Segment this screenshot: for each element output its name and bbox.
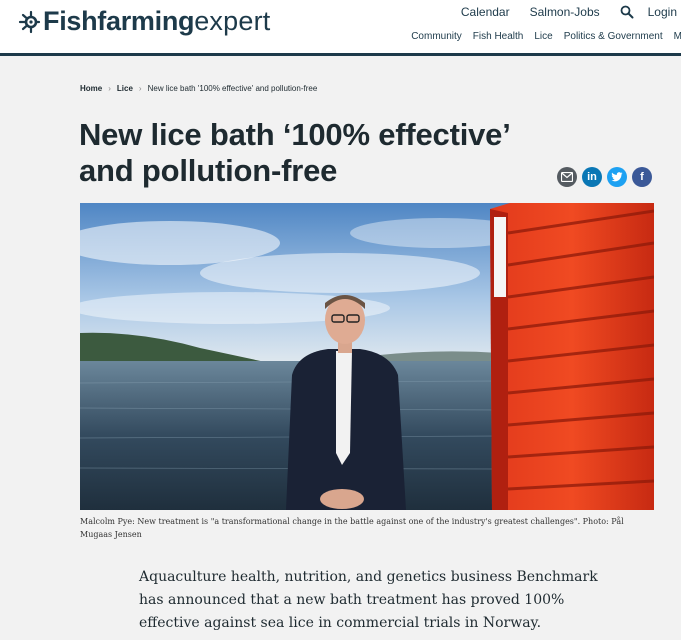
article-lead: Aquaculture health, nutrition, and genet…	[139, 569, 598, 631]
nav-item-more[interactable]: M	[674, 31, 681, 42]
envelope-icon	[561, 172, 573, 182]
nav-item-lice[interactable]: Lice	[534, 31, 552, 42]
nav-item-politics-government[interactable]: Politics & Government	[564, 31, 663, 42]
breadcrumb-current: New lice bath '100% effective' and pollu…	[147, 84, 318, 93]
facebook-icon: f	[640, 171, 644, 183]
bird-icon	[611, 172, 623, 182]
site-header: Fishfarming expert Calendar Salmon-Jobs L…	[0, 0, 681, 56]
article-title: New lice bath ‘100% effective’ and pollu…	[79, 117, 509, 188]
photo-caption: Malcolm Pye: New treatment is "a transfo…	[80, 517, 624, 539]
login-link[interactable]: Login	[648, 5, 677, 19]
site-logo[interactable]: Fishfarming expert	[18, 6, 270, 37]
breadcrumb: Home › Lice › New lice bath '100% effect…	[80, 84, 317, 93]
email-share-button[interactable]	[557, 167, 577, 187]
nav-item-fish-health[interactable]: Fish Health	[473, 31, 524, 42]
logo-text-light: expert	[194, 6, 271, 36]
fish-logo-icon	[18, 10, 41, 33]
logo-text-bold: Fishfarming	[43, 6, 195, 36]
article-photo	[80, 203, 654, 510]
share-buttons: in f	[557, 167, 657, 187]
twitter-share-button[interactable]	[607, 167, 627, 187]
main-nav: Community Fish Health Lice Politics & Go…	[411, 31, 681, 42]
breadcrumb-home[interactable]: Home	[80, 84, 102, 93]
nav-item-community[interactable]: Community	[411, 31, 462, 42]
photo-illustration	[80, 203, 654, 510]
breadcrumb-lice[interactable]: Lice	[117, 84, 133, 93]
utility-nav: Calendar Salmon-Jobs Login	[461, 5, 681, 19]
linkedin-icon: in	[587, 171, 597, 183]
chevron-right-icon: ›	[108, 84, 111, 93]
search-icon[interactable]	[620, 5, 634, 19]
calendar-link[interactable]: Calendar	[461, 5, 510, 19]
linkedin-share-button[interactable]: in	[582, 167, 602, 187]
salmon-jobs-link[interactable]: Salmon-Jobs	[530, 5, 600, 19]
facebook-share-button[interactable]: f	[632, 167, 652, 187]
chevron-right-icon: ›	[138, 84, 142, 93]
